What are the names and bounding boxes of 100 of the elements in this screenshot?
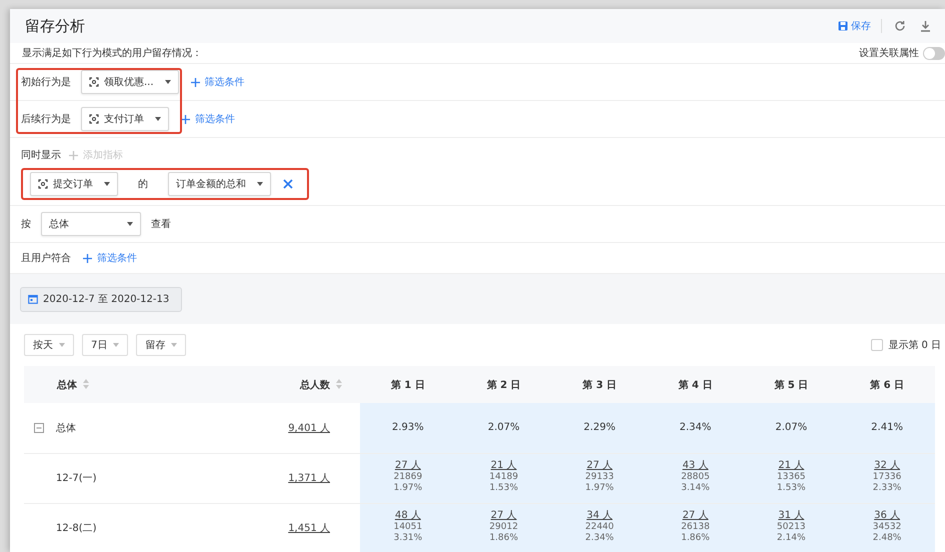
amount-value: 13365 xyxy=(776,472,806,482)
user-count-link[interactable]: 27 人 xyxy=(394,458,421,472)
sort-icon[interactable] xyxy=(336,378,342,388)
amount-value: 29012 xyxy=(489,522,518,532)
retention-rate: 2.07% xyxy=(775,422,808,434)
user-count-link[interactable]: 32 人 xyxy=(874,458,900,472)
user-count-link[interactable]: 48 人 xyxy=(394,508,421,522)
amount-value: 14051 xyxy=(394,522,422,532)
column-header: 第 2 日 xyxy=(456,366,552,403)
event-dropdown[interactable]: 提交订单 xyxy=(30,172,118,196)
date-range-button[interactable]: 2020-12-7 至 2020-12-13 xyxy=(20,286,182,312)
retention-rate: 2.48% xyxy=(872,532,902,544)
sort-icon[interactable] xyxy=(83,378,89,388)
filter-link[interactable]: 筛选条件 xyxy=(190,75,245,89)
retention-rate: 1.86% xyxy=(681,532,710,544)
plus-icon xyxy=(190,78,200,86)
save-icon xyxy=(838,21,848,31)
user-count-link[interactable]: 36 人 xyxy=(874,508,900,522)
caret-icon xyxy=(257,182,263,186)
caret-icon xyxy=(155,117,161,121)
column-header[interactable]: 总体 xyxy=(24,366,191,403)
option-dropdown[interactable]: 按天 xyxy=(24,334,74,356)
user-count-link[interactable]: 27 人 xyxy=(490,508,517,522)
collapse-icon[interactable] xyxy=(34,422,44,433)
download-icon[interactable] xyxy=(918,18,933,34)
column-header: 第 4 日 xyxy=(647,366,744,403)
row-label: 且用户符合 xyxy=(21,252,71,265)
save-button[interactable]: 保存 xyxy=(838,19,871,33)
calendar-icon xyxy=(28,294,38,304)
retention-rate: 2.41% xyxy=(871,422,903,434)
amount-value: 29133 xyxy=(585,472,614,482)
user-count-link[interactable]: 27 人 xyxy=(682,508,708,522)
column-header[interactable]: 总人数 xyxy=(191,366,360,403)
row-label: 12-7(一) xyxy=(56,472,96,485)
show-day-zero-checkbox[interactable]: 显示第 0 日 xyxy=(871,338,945,352)
retention-rate: 2.29% xyxy=(584,422,616,434)
joiner-text: 的 xyxy=(138,178,148,191)
retention-rate: 1.53% xyxy=(489,482,518,494)
retention-rate: 2.93% xyxy=(392,422,424,434)
amount-value: 22440 xyxy=(585,522,614,532)
row-label: 初始行为是 xyxy=(21,76,71,89)
event-dropdown[interactable]: 支付订单 xyxy=(81,107,169,131)
user-count-link[interactable]: 21 人 xyxy=(490,458,517,472)
plus-icon xyxy=(181,114,190,124)
filter-link[interactable]: 筛选条件 xyxy=(83,251,137,265)
retention-rate: 2.14% xyxy=(776,532,806,544)
toggle-switch[interactable] xyxy=(923,46,945,60)
event-icon xyxy=(89,77,99,87)
amount-value: 50213 xyxy=(776,522,806,532)
retention-rate: 3.14% xyxy=(681,482,710,494)
group-dropdown[interactable]: 总体 xyxy=(41,212,141,236)
section-label: 同时显示 xyxy=(21,148,61,162)
plus-icon xyxy=(69,150,78,160)
retention-rate: 1.53% xyxy=(776,482,806,494)
page-title: 留存分析 xyxy=(25,16,85,36)
row-label: 后续行为是 xyxy=(21,112,71,126)
row-label: 12-8(二) xyxy=(56,522,96,535)
user-count-link[interactable]: 9,401 人 xyxy=(288,422,330,434)
option-dropdown[interactable]: 留存 xyxy=(136,334,186,356)
user-count-link[interactable]: 1,371 人 xyxy=(288,473,330,484)
column-header: 第 3 日 xyxy=(552,366,648,403)
user-count-link[interactable]: 43 人 xyxy=(682,458,708,472)
event-icon xyxy=(38,179,48,189)
retention-rate: 2.34% xyxy=(680,422,712,434)
caret-icon xyxy=(113,343,120,347)
option-dropdown[interactable]: 7日 xyxy=(82,334,128,356)
row-label: 按 xyxy=(21,218,31,231)
amount-value: 14189 xyxy=(489,472,518,482)
caret-icon xyxy=(104,182,110,186)
retention-rate: 1.97% xyxy=(394,482,422,494)
row-label: 查看 xyxy=(151,218,171,231)
amount-value: 34532 xyxy=(872,522,902,532)
filter-link[interactable]: 筛选条件 xyxy=(181,112,235,126)
row-label: 总体 xyxy=(56,422,76,435)
column-header: 第 6 日 xyxy=(839,366,935,403)
user-count-link[interactable]: 31 人 xyxy=(778,508,804,522)
amount-value: 21869 xyxy=(394,472,422,482)
retention-rate: 2.07% xyxy=(488,422,520,434)
retention-rate: 2.34% xyxy=(585,532,614,544)
caret-icon xyxy=(127,222,133,226)
retention-rate: 2.33% xyxy=(872,482,902,494)
caret-icon xyxy=(59,343,65,347)
close-icon[interactable] xyxy=(283,179,293,189)
user-count-link[interactable]: 1,451 人 xyxy=(288,523,330,534)
measure-dropdown[interactable]: 订单金额的总和 xyxy=(168,172,271,196)
caret-icon xyxy=(171,343,178,347)
toggle-label: 设置关联属性 xyxy=(859,46,919,60)
user-count-link[interactable]: 27 人 xyxy=(586,458,613,472)
amount-value: 28805 xyxy=(681,472,710,482)
plus-icon xyxy=(83,254,92,262)
amount-value: 17336 xyxy=(872,472,902,482)
description-text: 显示满足如下行为模式的用户留存情况： xyxy=(22,46,202,60)
column-header: 第 5 日 xyxy=(743,366,840,403)
retention-rate: 1.86% xyxy=(489,532,518,544)
retention-rate: 1.97% xyxy=(585,482,614,494)
event-dropdown[interactable]: 领取优惠... xyxy=(81,70,179,94)
user-count-link[interactable]: 34 人 xyxy=(586,508,613,522)
amount-value: 26138 xyxy=(681,522,710,532)
user-count-link[interactable]: 21 人 xyxy=(778,458,804,472)
column-header: 第 1 日 xyxy=(360,366,456,403)
